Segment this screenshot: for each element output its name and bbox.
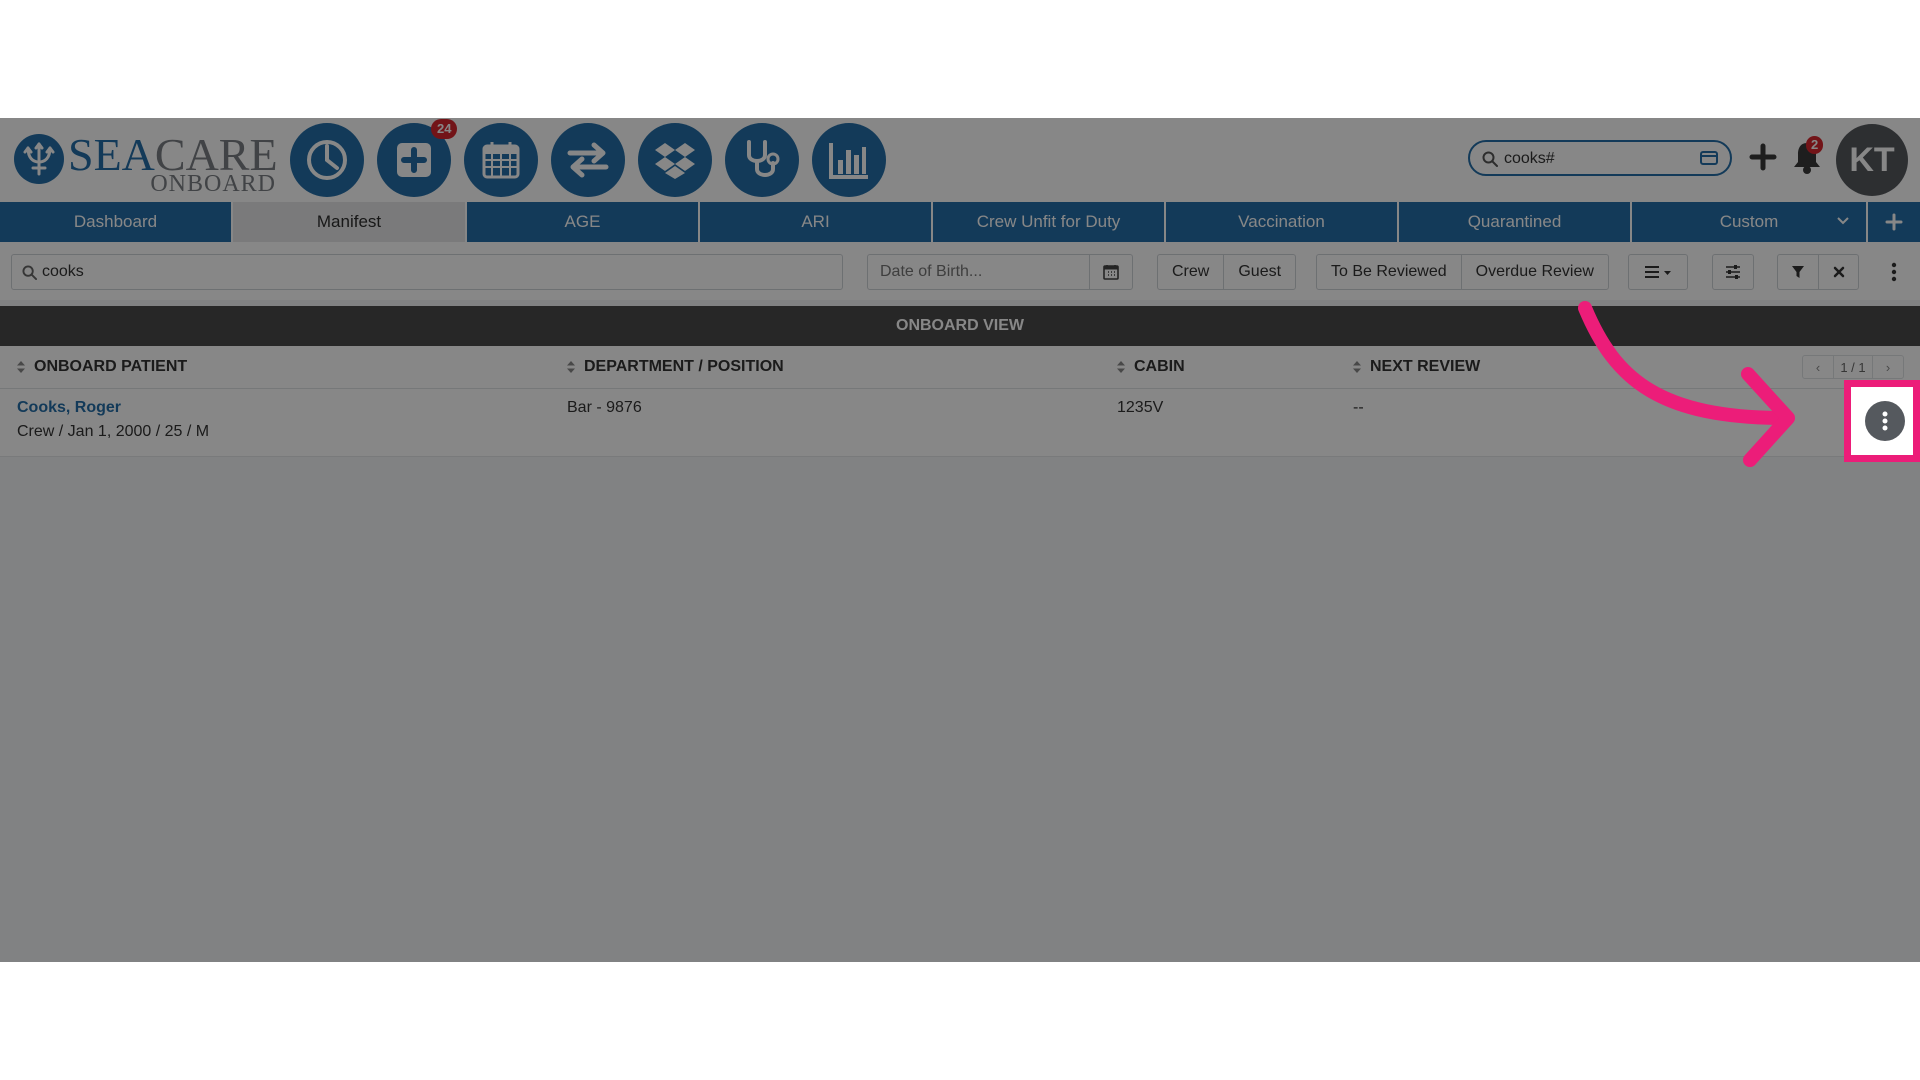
search-icon	[1482, 151, 1498, 167]
column-next-review[interactable]: NEXT REVIEW	[1352, 346, 1480, 388]
plus-icon	[1885, 213, 1903, 231]
to-be-reviewed-button[interactable]: To Be Reviewed	[1317, 255, 1461, 289]
patient-search-input[interactable]	[42, 262, 822, 282]
guest-filter-button[interactable]: Guest	[1223, 255, 1295, 289]
date-picker-button[interactable]	[1089, 255, 1132, 289]
trident-logo-icon	[14, 134, 64, 184]
date-of-birth-field[interactable]	[867, 254, 1133, 290]
calendar-icon	[1103, 265, 1119, 280]
tab-age[interactable]: AGE	[467, 202, 700, 242]
patient-next-review: --	[1353, 399, 1364, 416]
sort-icon	[567, 361, 575, 373]
patient-details: Crew / Jan 1, 2000 / 25 / M	[17, 423, 210, 440]
funnel-icon	[1792, 266, 1804, 278]
transfer-arrows-icon[interactable]	[551, 123, 625, 197]
add-tab-button[interactable]	[1868, 202, 1920, 242]
column-department-position[interactable]: DEPARTMENT / POSITION	[566, 346, 784, 388]
top-header: SEACARE ONBOARD 24 cooks# 2 KT	[0, 118, 1920, 202]
chevron-down-icon	[1837, 217, 1849, 225]
highlighted-row-actions	[1844, 380, 1920, 462]
toolbar-more-icon[interactable]	[1886, 262, 1902, 284]
id-card-icon[interactable]	[1700, 151, 1718, 165]
patient-search[interactable]	[11, 254, 843, 290]
next-page-button[interactable]: ›	[1873, 356, 1903, 378]
global-search-input[interactable]	[1504, 148, 1684, 170]
stethoscope-icon[interactable]	[725, 123, 799, 197]
tab-crew-unfit[interactable]: Crew Unfit for Duty	[933, 202, 1166, 242]
tab-dashboard[interactable]: Dashboard	[0, 202, 233, 242]
global-search[interactable]	[1468, 140, 1732, 176]
list-options-dropdown[interactable]	[1628, 254, 1688, 290]
sliders-icon	[1726, 265, 1740, 279]
app-window: SEACARE ONBOARD 24 cooks# 2 KT Dashboard…	[0, 118, 1920, 962]
column-settings-button[interactable]	[1712, 254, 1754, 290]
tab-custom[interactable]: Custom	[1632, 202, 1868, 242]
filter-button[interactable]	[1778, 255, 1818, 289]
list-menu-icon	[1645, 266, 1671, 278]
add-medical-badge: 24	[431, 119, 458, 139]
sort-icon	[17, 361, 25, 373]
patient-cabin: 1235V	[1117, 399, 1164, 416]
tab-ari[interactable]: ARI	[700, 202, 933, 242]
column-onboard-patient[interactable]: ONBOARD PATIENT	[16, 346, 187, 388]
sort-icon	[1117, 361, 1125, 373]
overdue-review-button[interactable]: Overdue Review	[1460, 255, 1608, 289]
filter-actions	[1777, 254, 1859, 290]
clear-filter-button[interactable]	[1818, 255, 1858, 289]
bar-chart-icon[interactable]	[812, 123, 886, 197]
search-icon	[22, 265, 37, 280]
highlighted-more-button[interactable]	[1865, 401, 1905, 441]
notifications-badge: 2	[1806, 136, 1824, 154]
add-medical-icon[interactable]: 24	[377, 119, 458, 197]
filter-toolbar: Crew Guest To Be Reviewed Overdue Review	[0, 242, 1920, 300]
more-vertical-icon	[1882, 411, 1888, 431]
dropbox-icon[interactable]	[638, 123, 712, 197]
tab-manifest[interactable]: Manifest	[233, 202, 467, 242]
patient-name-link[interactable]: Cooks, Roger	[17, 399, 121, 417]
date-of-birth-input[interactable]	[880, 262, 1080, 282]
logo-subtitle: ONBOARD	[150, 171, 276, 197]
review-filter: To Be Reviewed Overdue Review	[1316, 254, 1609, 290]
tab-quarantined[interactable]: Quarantined	[1399, 202, 1632, 242]
sort-icon	[1353, 361, 1361, 373]
user-avatar[interactable]: KT	[1836, 124, 1908, 196]
patient-type-filter: Crew Guest	[1157, 254, 1297, 290]
add-plus-icon[interactable]	[1748, 142, 1778, 172]
tab-vaccination[interactable]: Vaccination	[1166, 202, 1399, 242]
page-count: 1 / 1	[1833, 356, 1873, 378]
seacare-logo[interactable]: SEACARE ONBOARD	[14, 128, 278, 196]
calendar-icon[interactable]	[464, 123, 538, 197]
close-icon	[1833, 266, 1844, 278]
crew-filter-button[interactable]: Crew	[1158, 255, 1223, 289]
tab-custom-label: Custom	[1719, 212, 1779, 231]
dashboard-pie-icon[interactable]	[290, 123, 364, 197]
pointer-arrow-icon	[1578, 301, 1795, 467]
tab-bar: Dashboard Manifest AGE ARI Crew Unfit fo…	[0, 202, 1920, 242]
column-cabin[interactable]: CABIN	[1116, 346, 1185, 388]
pagination: ‹ 1 / 1 ›	[1802, 355, 1904, 379]
notifications-bell-icon[interactable]: 2	[1792, 136, 1826, 174]
patient-department: Bar - 9876	[567, 399, 642, 416]
